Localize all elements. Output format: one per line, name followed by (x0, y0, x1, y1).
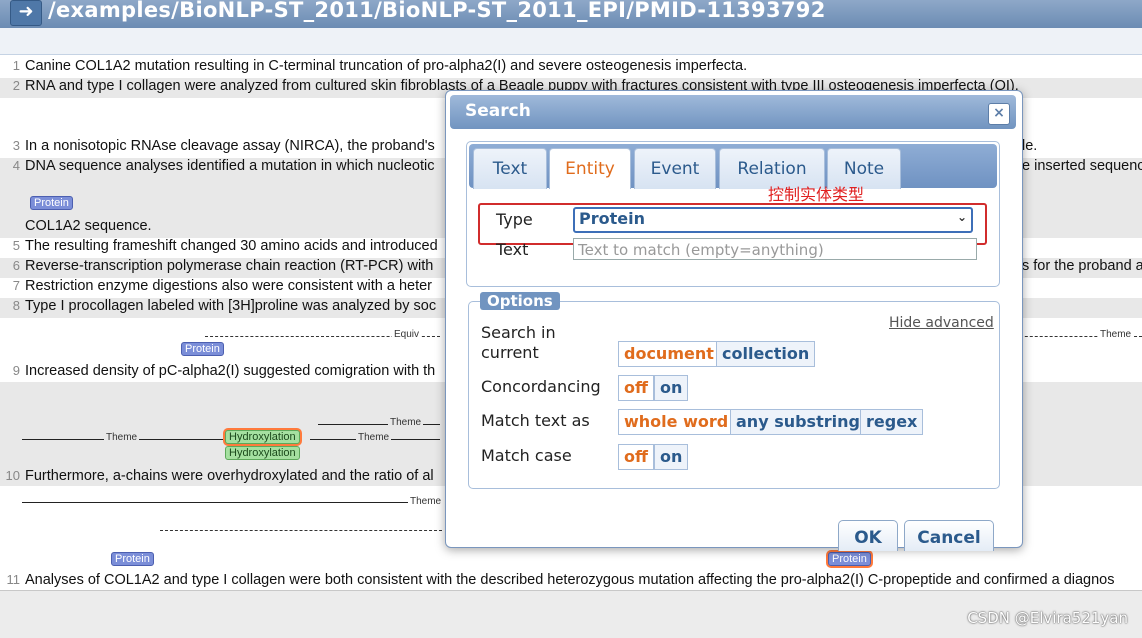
line-text: Analyses of COL1A2 and type I collagen w… (25, 572, 1115, 588)
line-number: 5 (12, 238, 20, 253)
line-text: In a nonisotopic RNAse cleavage assay (N… (25, 138, 435, 154)
line-text: The resulting frameshift changed 30 amin… (25, 238, 438, 254)
protein-annotation[interactable]: Protein (30, 196, 73, 210)
concordancing-label: Concordancing (481, 377, 601, 396)
document-path: /examples/BioNLP-ST_2011/BioNLP-ST_2011_… (48, 0, 826, 22)
close-icon[interactable]: × (988, 103, 1010, 125)
tab-entity[interactable]: Entity (549, 148, 631, 189)
match-case-off-toggle[interactable]: off (618, 444, 654, 470)
line-number: 6 (12, 258, 20, 273)
line-text-right: s for the proband a (1022, 258, 1142, 274)
line-text: Furthermore, a-chains were overhydroxyla… (25, 468, 434, 484)
text-line: 1 Canine COL1A2 mutation resulting in C-… (0, 58, 1142, 78)
hide-advanced-link[interactable]: Hide advanced (889, 315, 994, 331)
arrow-right-icon[interactable]: ➜ (10, 0, 42, 26)
line-number: 1 (12, 58, 20, 73)
theme-label: Theme (408, 496, 444, 507)
watermark: CSDN @Elvira521yan (967, 609, 1128, 627)
line-number: 4 (12, 158, 20, 173)
theme-arc (22, 502, 442, 503)
options-legend: Options (480, 292, 560, 310)
tab-text[interactable]: Text (473, 148, 547, 189)
line-number: 11 (6, 572, 21, 587)
match-case-on-toggle[interactable]: on (654, 444, 689, 470)
hydroxylation-annotation[interactable]: Hydroxylation (225, 430, 300, 444)
tab-event[interactable]: Event (634, 148, 716, 189)
line-text: DNA sequence analyses identified a mutat… (25, 158, 435, 174)
match-regex-toggle[interactable]: regex (860, 409, 924, 435)
protein-annotation[interactable]: Protein (111, 552, 154, 566)
line-number: 3 (12, 138, 20, 153)
sub-toolbar (0, 28, 1142, 55)
protein-annotation-selected[interactable]: Protein (828, 552, 871, 566)
match-any-substring-toggle[interactable]: any substring (730, 409, 866, 435)
type-select[interactable]: Protein ⌄ (573, 207, 973, 233)
line-number: 2 (12, 78, 20, 93)
cancel-button[interactable]: Cancel (904, 520, 994, 551)
chevron-down-icon: ⌄ (956, 210, 967, 224)
hydroxylation-annotation[interactable]: Hydroxylation (225, 446, 300, 460)
line-text: Type I procollagen labeled with [3H]prol… (25, 298, 437, 314)
type-select-value: Protein (579, 209, 645, 228)
type-label: Type (496, 210, 533, 229)
theme-label: Theme (356, 432, 392, 443)
line-text: Reverse-transcription polymerase chain r… (25, 258, 434, 274)
line-text-right: le. (1022, 138, 1038, 154)
line-number: 7 (12, 278, 20, 293)
match-text-label: Match text as (481, 411, 590, 430)
text-match-input[interactable]: Text to match (empty=anything) (573, 238, 977, 260)
line-number: 10 (5, 468, 20, 483)
line-text: Canine COL1A2 mutation resulting in C-te… (25, 58, 748, 74)
concordancing-off-toggle[interactable]: off (618, 375, 654, 401)
line-text: Increased density of pC-alpha2(I) sugges… (25, 363, 436, 379)
dialog-titlebar[interactable]: Search × (450, 95, 1016, 129)
search-in-collection-toggle[interactable]: collection (716, 341, 816, 367)
match-whole-word-toggle[interactable]: whole word (618, 409, 735, 435)
search-in-document-toggle[interactable]: document (618, 341, 720, 367)
path-bar: ➜ /examples/BioNLP-ST_2011/BioNLP-ST_201… (0, 0, 1142, 28)
ok-button[interactable]: OK (838, 520, 898, 551)
dialog-title: Search (465, 101, 531, 121)
search-dialog: Search × Text Entity Event Relation Note… (445, 90, 1023, 551)
text-label: Text (496, 240, 529, 259)
annotation-note: 控制实体类型 (768, 185, 865, 204)
theme-label: Theme (1098, 329, 1134, 340)
equiv-label: Equiv (392, 329, 422, 340)
line-text: COL1A2 sequence. (25, 218, 152, 234)
search-in-label: Search in current (481, 323, 556, 362)
line-number: 9 (12, 363, 20, 378)
equiv-arc (160, 530, 442, 531)
concordancing-on-toggle[interactable]: on (654, 375, 689, 401)
theme-label: Theme (104, 432, 140, 443)
line-text: Restriction enzyme digestions also were … (25, 278, 432, 294)
match-case-label: Match case (481, 446, 572, 465)
protein-annotation[interactable]: Protein (181, 342, 224, 356)
theme-label: Theme (388, 417, 424, 428)
tab-bar: Text Entity Event Relation Note (469, 144, 997, 189)
line-text-right: e inserted sequenc (1022, 158, 1142, 174)
line-number: 8 (12, 298, 20, 313)
